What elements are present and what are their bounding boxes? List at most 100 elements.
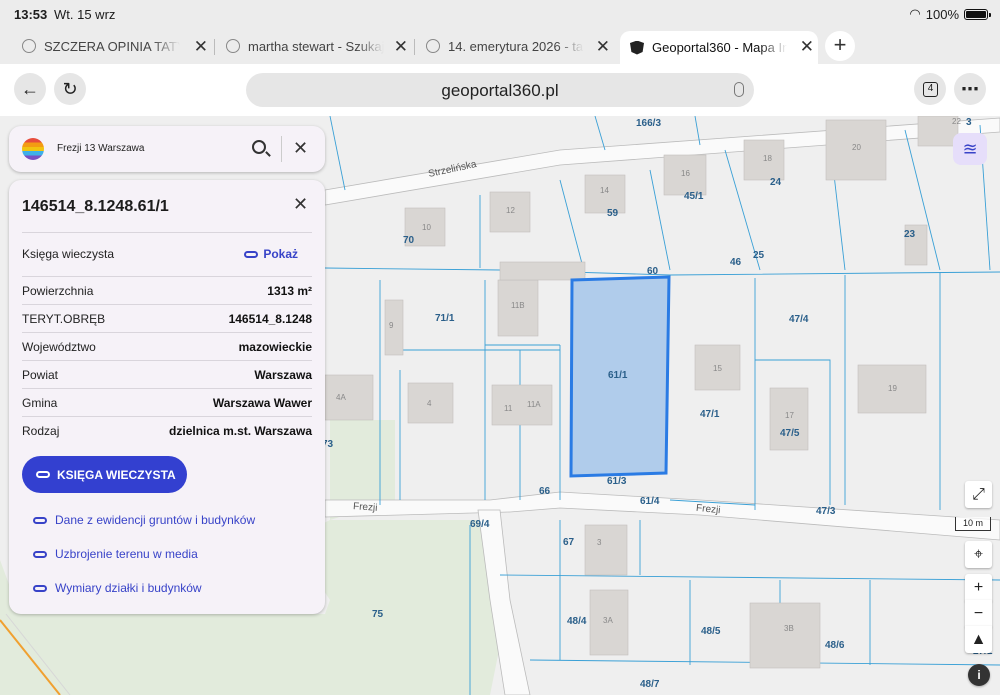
row-value: Warszawa Wawer xyxy=(212,396,312,410)
parcel-label: 70 xyxy=(403,235,415,246)
building-number: 15 xyxy=(713,364,722,373)
building-number: 19 xyxy=(888,384,897,393)
row-key: Województwo xyxy=(22,340,96,354)
kw-show-link[interactable]: Pokaż xyxy=(244,247,298,261)
building-number: 22 xyxy=(952,117,961,126)
building-number: 4A xyxy=(336,393,346,402)
link-utilities[interactable]: Uzbrojenie terenu w media xyxy=(33,547,198,561)
building-number: 11B xyxy=(511,301,525,310)
link-label: Dane z ewidencji gruntów i budynków xyxy=(55,513,256,527)
compass-icon: ▲ xyxy=(970,631,987,648)
street-label: Frezji xyxy=(352,501,378,514)
parcel-label: 67 xyxy=(563,537,575,548)
battery-percent: 100% xyxy=(925,6,959,22)
info-row: Rodzaj dzielnica m.st. Warszawa xyxy=(22,416,312,444)
parcel-label: 75 xyxy=(372,609,384,620)
parcel-label: 61/4 xyxy=(640,496,660,507)
link-dimensions[interactable]: Wymiary działki i budynków xyxy=(33,581,202,595)
search-icon[interactable] xyxy=(252,140,266,154)
close-tab-icon[interactable]: ✕ xyxy=(596,37,610,57)
building-number: 20 xyxy=(852,143,861,152)
info-row: Powierzchnia 1313 m² xyxy=(22,276,312,304)
clear-search-icon[interactable]: ✕ xyxy=(293,138,308,159)
status-bar: 13:53 Wt. 15 wrz ◠ 100% xyxy=(0,0,1000,28)
building-number: 9 xyxy=(389,321,394,330)
parcel-label: 69/4 xyxy=(470,519,490,530)
building-number: 12 xyxy=(506,206,515,215)
search-query[interactable]: Frezji 13 Warszawa xyxy=(57,143,144,154)
parcel-label: 60 xyxy=(647,266,659,277)
tab-3[interactable]: 14. emerytura 2026 - tabela ✕ xyxy=(404,31,614,61)
info-icon: i xyxy=(977,668,981,682)
tab-1[interactable]: SZCZERA OPINIA TATY... ✕ xyxy=(0,31,212,61)
layers-icon: ≊ xyxy=(962,139,978,159)
fullscreen-button[interactable]: ⤢ xyxy=(965,481,992,508)
search-panel: Frezji 13 Warszawa ✕ xyxy=(9,126,325,172)
tab-4-active[interactable]: Geoportal360 - Mapa Interaktywna ✕ xyxy=(620,31,818,64)
close-tab-icon[interactable]: ✕ xyxy=(800,37,814,57)
globe-icon xyxy=(22,39,36,53)
row-key: TERYT.OBRĘB xyxy=(22,312,106,326)
microphone-icon[interactable] xyxy=(734,82,744,97)
link-icon xyxy=(33,584,47,592)
row-key: Rodzaj xyxy=(22,424,60,438)
parcel-label: 59 xyxy=(607,208,619,219)
tab-title: 14. emerytura 2026 - tabela xyxy=(448,38,584,54)
building-number: 16 xyxy=(681,169,690,178)
parcel-label: 25 xyxy=(753,250,765,261)
info-row: Województwo mazowieckie xyxy=(22,332,312,360)
more-menu-button[interactable]: ⋯ xyxy=(954,73,986,105)
building-number: 14 xyxy=(600,186,609,195)
parcel-label: 61/3 xyxy=(607,476,627,487)
building-number: 3A xyxy=(603,616,613,625)
new-tab-button[interactable]: + xyxy=(825,31,855,61)
zoom-in-button[interactable]: + xyxy=(965,574,992,601)
parcel-label: 24 xyxy=(770,177,782,188)
building-number: 3 xyxy=(597,538,602,547)
row-value: dzielnica m.st. Warszawa xyxy=(169,424,312,438)
building-number: 3B xyxy=(784,624,794,633)
locate-button[interactable]: ⌖ xyxy=(965,541,992,568)
plus-icon: + xyxy=(973,579,984,596)
row-value: 146514_8.1248 xyxy=(228,312,312,326)
address-bar[interactable]: geoportal360.pl xyxy=(246,73,754,107)
parcel-label: 47/1 xyxy=(700,409,720,420)
info-button[interactable]: i xyxy=(968,664,990,686)
kw-label: Księga wieczysta xyxy=(22,247,115,261)
parcel-label: 48/7 xyxy=(640,679,660,690)
parcel-label: 48/4 xyxy=(567,616,587,627)
link-label: Uzbrojenie terenu w media xyxy=(55,547,198,561)
parcel-label: 45/1 xyxy=(684,191,704,202)
parcel-label: 46 xyxy=(730,257,742,268)
parcel-label: 48/6 xyxy=(825,640,845,651)
info-row: Gmina Warszawa Wawer xyxy=(22,388,312,416)
zoom-out-button[interactable]: − xyxy=(965,600,992,627)
angular-icon xyxy=(630,40,644,55)
reload-button[interactable]: ↻ xyxy=(54,73,86,105)
link-icon xyxy=(33,550,47,558)
building-number: 11A xyxy=(527,400,541,409)
building-number: 18 xyxy=(763,154,772,163)
row-value: mazowieckie xyxy=(238,340,312,354)
tab-title: SZCZERA OPINIA TATY... xyxy=(44,38,180,54)
building-number: 4 xyxy=(427,399,432,408)
tab-title: martha stewart - Szukaj xyxy=(248,38,384,54)
compass-button[interactable]: ▲ xyxy=(965,626,992,653)
land-register-button[interactable]: KSIĘGA WIECZYSTA xyxy=(22,456,187,493)
parcel-id-title: 146514_8.1248.61/1 xyxy=(22,198,169,215)
kw-row: Księga wieczysta Pokaż xyxy=(22,232,312,276)
row-value: Warszawa xyxy=(254,368,312,382)
globe-icon xyxy=(226,39,240,53)
back-button[interactable]: ← xyxy=(14,73,46,105)
parcel-label: 48/5 xyxy=(701,626,721,637)
close-panel-icon[interactable]: ✕ xyxy=(293,194,308,215)
info-row: Powiat Warszawa xyxy=(22,360,312,388)
crosshair-icon: ⌖ xyxy=(973,546,983,563)
link-land-records[interactable]: Dane z ewidencji gruntów i budynków xyxy=(33,513,255,527)
kw-show-label: Pokaż xyxy=(263,247,298,261)
tab-2[interactable]: martha stewart - Szukaj ✕ xyxy=(204,31,412,61)
building-number: 10 xyxy=(422,223,431,232)
parcel-label: 66 xyxy=(539,486,551,497)
layers-button[interactable]: ≊ xyxy=(953,133,987,165)
parcel-label: 47/3 xyxy=(816,506,836,517)
